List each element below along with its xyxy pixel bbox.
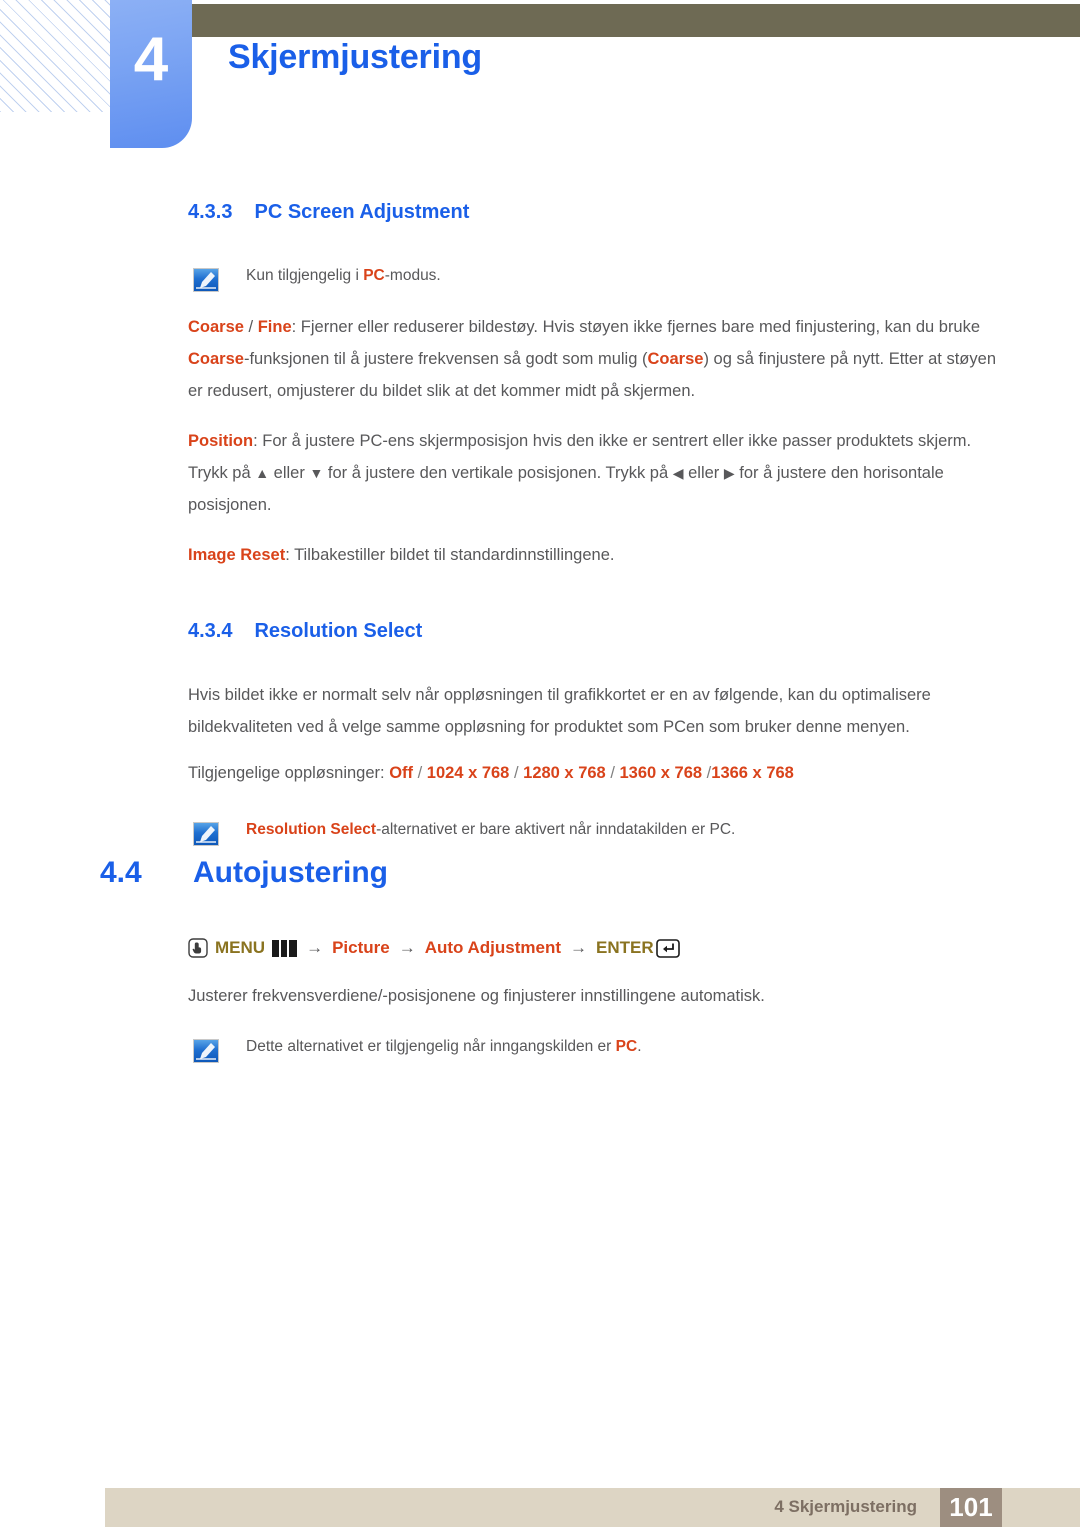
path-arrow-2: → (398, 938, 416, 957)
chapter-number-badge: 4 (110, 0, 192, 148)
hand-press-icon (188, 938, 208, 958)
heading-text: Autojustering (193, 856, 388, 889)
note-pencil-icon (192, 821, 220, 847)
footer-chapter-label: 4 Skjermjustering (774, 1497, 917, 1516)
arrow-left-icon: ◀ (672, 465, 684, 481)
enter-key-icon (655, 938, 680, 958)
resolution-value: 1366 x 768 (711, 764, 794, 782)
resolution-list: Off / 1024 x 768 / 1280 x 768 / 1360 x 7… (389, 764, 794, 782)
slash-sep: / (243, 318, 258, 336)
note-prefix: Kun tilgjengelig i (246, 267, 364, 284)
note-suffix: . (637, 1038, 642, 1055)
note-resolution-select: Resolution Select-alternativet er bare a… (188, 817, 998, 847)
heading-autojustering: 4.4 Autojustering (100, 855, 980, 891)
coarse-text-1: : Fjerner eller reduserer bildestøy. Hvi… (291, 318, 981, 336)
note-pencil-icon (192, 267, 220, 293)
resolution-value: 1280 x 768 (523, 764, 606, 782)
header-olive-bar (192, 4, 1080, 37)
page-content: 4.3.3 PC Screen Adjustment Kun tilgjengel… (188, 200, 998, 847)
footer-bar (105, 1488, 1080, 1527)
heading-resolution-select: 4.3.4 Resolution Select (188, 619, 998, 643)
term-coarse-3: Coarse (647, 350, 704, 368)
page-header: 4 Skjermjustering (0, 0, 1080, 160)
note-pencil-icon (192, 1038, 220, 1064)
term-fine: Fine (257, 318, 292, 336)
note-highlight: Resolution Select (246, 821, 377, 838)
position-text-2: eller (269, 464, 310, 482)
position-text-3: for å justere den vertikale posisjonen. … (323, 464, 673, 482)
resolution-separator: / (509, 764, 524, 782)
note-autojustering-text: Dette alternativet er tilgjengelig når i… (246, 1034, 642, 1060)
note-highlight: PC (615, 1038, 638, 1055)
paragraph-coarse-fine: Coarse / Fine: Fjerner eller reduserer b… (188, 311, 998, 407)
resolution-separator: / (605, 764, 620, 782)
heading-number: 4.4 (100, 856, 142, 889)
footer-page-number: 101 (940, 1488, 1002, 1527)
paragraph-available-resolutions: Tilgjengelige oppløsninger: Off / 1024 x… (188, 757, 998, 789)
path-arrow-3: → (570, 938, 588, 957)
menu-item-auto-adjustment: Auto Adjustment (424, 938, 562, 957)
note-prefix: Dette alternativet er tilgjengelig når i… (246, 1038, 616, 1055)
note-suffix: -alternativet er bare aktivert når innda… (376, 821, 736, 838)
term-coarse-2: Coarse (188, 350, 244, 368)
note-pc-mode: Kun tilgjengelig i PC-modus. (188, 263, 998, 293)
resolution-value: 1360 x 768 (619, 764, 703, 782)
heading-number: 4.3.3 (188, 201, 233, 223)
diagonal-hatch-decoration (0, 0, 120, 112)
menu-bars-icon (272, 939, 298, 957)
chapter-title: Skjermjustering (228, 38, 482, 76)
resolution-separator: / (413, 764, 427, 782)
available-resolutions-label: Tilgjengelige oppløsninger: (188, 764, 390, 782)
resolution-value: 1024 x 768 (426, 764, 510, 782)
menu-item-picture: Picture (332, 938, 390, 957)
paragraph-image-reset: Image Reset: Tilbakestiller bildet til s… (188, 539, 998, 571)
position-text-4: eller (683, 464, 724, 482)
image-reset-text: : Tilbakestiller bildet til standardinns… (285, 546, 615, 564)
arrow-up-icon: ▲ (255, 465, 270, 481)
heading-number: 4.3.4 (188, 620, 233, 642)
heading-text: Resolution Select (254, 620, 423, 642)
resolution-value: Off (389, 764, 414, 782)
autojustering-body: MENU → Picture → Auto Adjustment → ENTER… (188, 938, 998, 1064)
term-position: Position (188, 432, 254, 450)
arrow-right-icon: ▶ (723, 465, 735, 481)
note-pc-mode-text: Kun tilgjengelig i PC-modus. (246, 263, 441, 289)
heading-pc-screen-adjustment: 4.3.3 PC Screen Adjustment (188, 200, 998, 224)
coarse-text-2: -funksjonen til å justere frekvensen så … (243, 350, 648, 368)
term-coarse: Coarse (188, 318, 244, 336)
menu-path-breadcrumb: MENU → Picture → Auto Adjustment → ENTER (188, 938, 998, 958)
note-suffix: -modus. (384, 267, 441, 284)
note-resolution-select-text: Resolution Select-alternativet er bare a… (246, 817, 735, 843)
heading-text: PC Screen Adjustment (254, 201, 470, 223)
paragraph-resolution-intro: Hvis bildet ikke er normalt selv når opp… (188, 686, 931, 736)
path-arrow-1: → (306, 938, 324, 957)
note-autojustering: Dette alternativet er tilgjengelig når i… (188, 1034, 998, 1064)
paragraph-autojustering-description: Justerer frekvensverdiene/-posisjonene o… (188, 987, 765, 1005)
term-image-reset: Image Reset (188, 546, 286, 564)
enter-label: ENTER (596, 938, 654, 957)
menu-label: MENU (215, 938, 266, 957)
note-highlight: PC (363, 267, 385, 284)
arrow-down-icon: ▼ (309, 465, 324, 481)
paragraph-position: Position: For å justere PC-ens skjermpos… (188, 425, 998, 521)
resolution-separator: / (702, 764, 712, 782)
